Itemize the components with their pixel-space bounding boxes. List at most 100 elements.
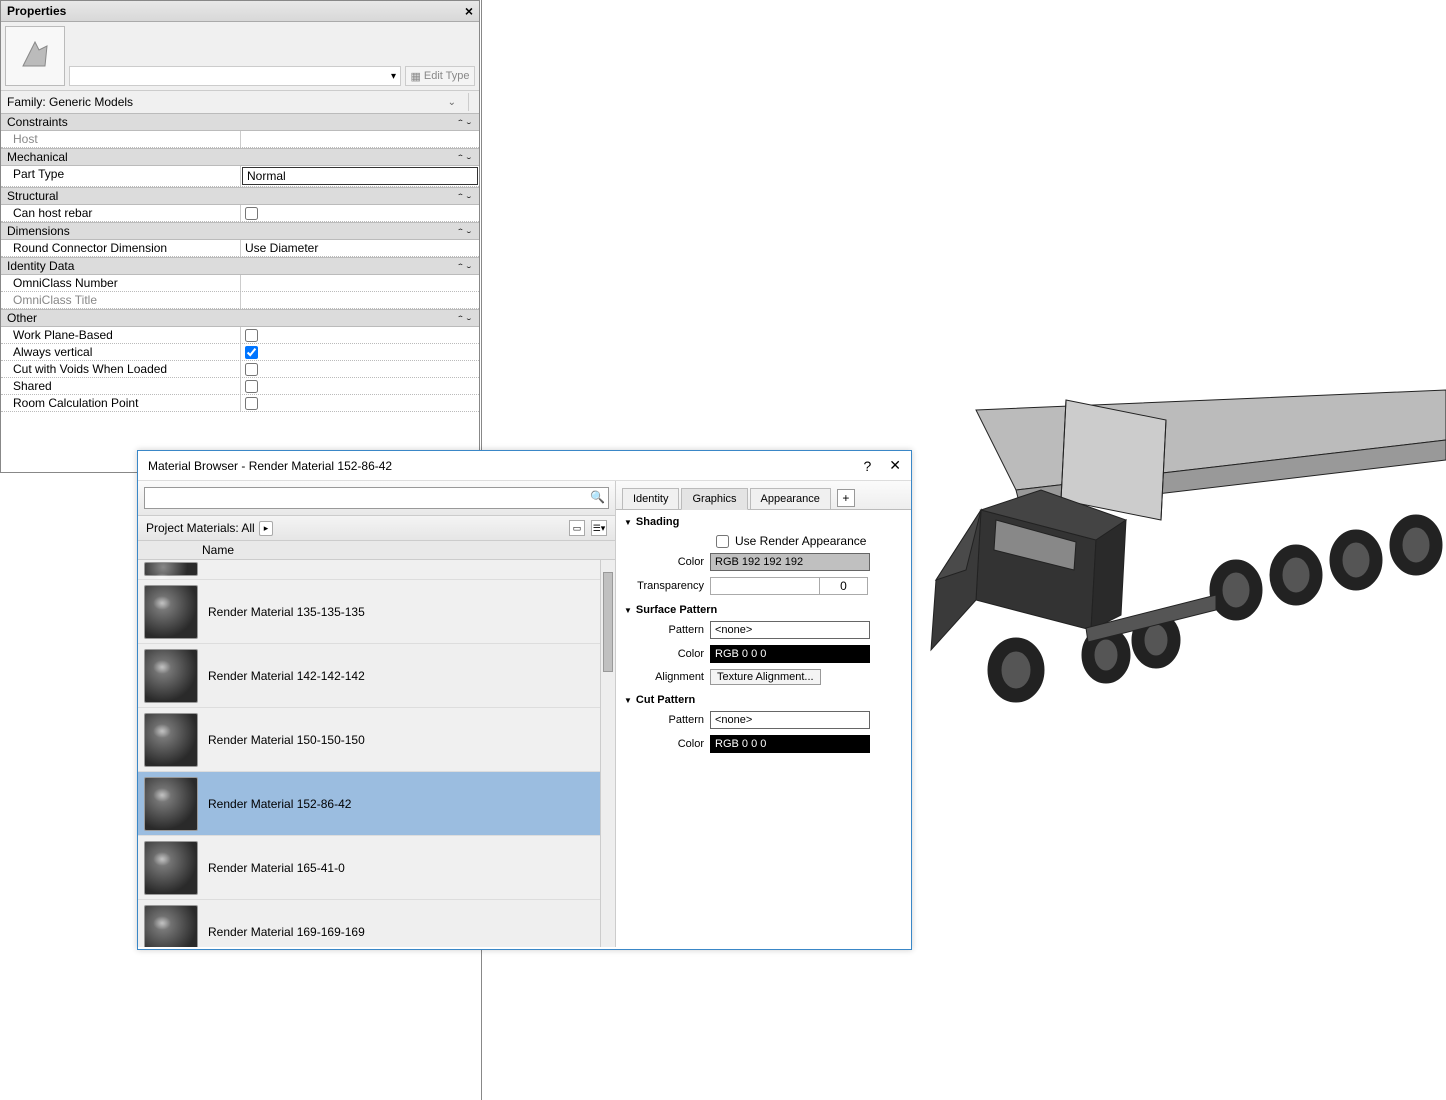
material-details-panel: Identity Graphics Appearance + ▼Shading … [616, 481, 911, 947]
scrollbar-thumb[interactable] [603, 572, 613, 672]
property-checkbox[interactable] [245, 207, 258, 220]
material-list-panel: 🔍 Project Materials: All ▸ ▭ ☰▾ Name Ren… [138, 481, 616, 947]
material-thumbnail [144, 841, 198, 895]
category-header[interactable]: Other⌃⌄ [1, 309, 479, 327]
property-checkbox[interactable] [245, 397, 258, 410]
material-item[interactable]: Render Material 165-41-0 [138, 836, 615, 900]
material-item[interactable]: Render Material 135-135-135 [138, 580, 615, 644]
material-name: Render Material 142-142-142 [204, 669, 365, 683]
edit-type-icon: ▦ [410, 70, 420, 83]
material-item[interactable]: Render Material 142-142-142 [138, 644, 615, 708]
material-list[interactable]: Render Material 135-135-135 Render Materi… [138, 560, 615, 947]
properties-panel: Properties × ▾ ▦ Edit Type Family: Gener… [0, 0, 480, 473]
collapse-icon: ▼ [624, 696, 632, 705]
material-name: Render Material 165-41-0 [204, 861, 345, 875]
surface-color-label: Color [624, 648, 704, 660]
property-row: OmniClass Number [1, 275, 479, 292]
close-button[interactable]: ✕ [889, 457, 901, 474]
material-name: Render Material 152-86-42 [204, 797, 351, 811]
category-header[interactable]: Constraints⌃⌄ [1, 113, 479, 131]
property-checkbox[interactable] [245, 363, 258, 376]
property-label: Host [1, 131, 241, 147]
material-thumbnail [144, 649, 198, 703]
view-list-button[interactable]: ☰▾ [591, 520, 607, 536]
property-value[interactable] [241, 378, 479, 394]
property-value[interactable] [241, 205, 479, 221]
add-tab-button[interactable]: + [837, 489, 855, 507]
property-checkbox[interactable] [245, 380, 258, 393]
use-render-checkbox[interactable] [716, 535, 729, 548]
dialog-titlebar[interactable]: Material Browser - Render Material 152-8… [138, 451, 911, 481]
surface-color-swatch[interactable]: RGB 0 0 0 [710, 645, 870, 663]
property-row: Round Connector DimensionUse Diameter [1, 240, 479, 257]
property-value[interactable] [241, 395, 479, 411]
search-input[interactable] [144, 487, 609, 509]
section-cut-pattern[interactable]: ▼Cut Pattern [616, 688, 911, 708]
material-thumbnail [144, 585, 198, 639]
property-label: Round Connector Dimension [1, 240, 241, 256]
cut-color-swatch[interactable]: RGB 0 0 0 [710, 735, 870, 753]
property-value[interactable]: Normal [242, 167, 478, 185]
family-selector[interactable]: Family: Generic Models ⌄ [1, 90, 479, 113]
transparency-slider[interactable] [710, 577, 820, 595]
material-browser-dialog: Material Browser - Render Material 152-8… [137, 450, 912, 950]
property-value[interactable] [241, 131, 479, 147]
collapse-icon: ⌃⌄ [456, 315, 473, 322]
material-name: Render Material 150-150-150 [204, 733, 365, 747]
property-label: Room Calculation Point [1, 395, 241, 411]
dialog-title: Material Browser - Render Material 152-8… [148, 459, 392, 473]
property-label: Part Type [1, 166, 241, 186]
property-checkbox[interactable] [245, 346, 258, 359]
cut-pattern-label: Pattern [624, 714, 704, 726]
material-item[interactable]: Render Material 152-86-42 [138, 772, 615, 836]
property-row: Always vertical [1, 344, 479, 361]
truck-model [926, 370, 1446, 720]
use-render-label: Use Render Appearance [735, 534, 866, 548]
tab-identity[interactable]: Identity [622, 488, 679, 509]
material-item[interactable]: Render Material 150-150-150 [138, 708, 615, 772]
list-header: Name [138, 541, 615, 560]
property-label: Can host rebar [1, 205, 241, 221]
edit-type-button[interactable]: ▦ Edit Type [405, 66, 475, 86]
view-grid-button[interactable]: ▭ [569, 520, 585, 536]
property-row: Part TypeNormal [1, 166, 479, 187]
chevron-down-icon: ▾ [391, 71, 396, 82]
property-value[interactable] [241, 344, 479, 360]
surface-pattern-control[interactable]: <none> [710, 621, 870, 639]
property-value[interactable] [241, 361, 479, 377]
transparency-value[interactable]: 0 [820, 577, 868, 595]
tab-appearance[interactable]: Appearance [750, 488, 831, 509]
material-thumbnail [144, 562, 198, 576]
section-shading[interactable]: ▼Shading [616, 510, 911, 530]
filter-dropdown[interactable]: ▸ [259, 521, 274, 536]
search-icon: 🔍 [590, 490, 605, 504]
collapse-icon: ⌃⌄ [456, 228, 473, 235]
category-header[interactable]: Structural⌃⌄ [1, 187, 479, 205]
column-name[interactable]: Name [196, 541, 240, 559]
texture-alignment-button[interactable]: Texture Alignment... [710, 669, 821, 685]
property-value[interactable] [241, 327, 479, 343]
collapse-icon: ▼ [624, 518, 632, 527]
shading-color-swatch[interactable]: RGB 192 192 192 [710, 553, 870, 571]
category-header[interactable]: Dimensions⌃⌄ [1, 222, 479, 240]
section-surface-pattern[interactable]: ▼Surface Pattern [616, 598, 911, 618]
close-icon[interactable]: × [465, 3, 473, 19]
property-value[interactable] [241, 292, 479, 308]
category-header[interactable]: Mechanical⌃⌄ [1, 148, 479, 166]
category-header[interactable]: Identity Data⌃⌄ [1, 257, 479, 275]
property-label: Cut with Voids When Loaded [1, 361, 241, 377]
cut-pattern-control[interactable]: <none> [710, 711, 870, 729]
help-button[interactable]: ? [863, 458, 871, 474]
material-item[interactable] [138, 560, 615, 580]
material-thumbnail [144, 713, 198, 767]
property-value[interactable]: Use Diameter [241, 240, 479, 256]
property-label: Work Plane-Based [1, 327, 241, 343]
scrollbar[interactable] [600, 560, 615, 947]
collapse-icon: ⌃⌄ [456, 193, 473, 200]
type-selector[interactable]: ▾ [69, 66, 401, 86]
material-item[interactable]: Render Material 169-169-169 [138, 900, 615, 947]
property-value[interactable] [241, 275, 479, 291]
tab-graphics[interactable]: Graphics [681, 488, 747, 510]
chevron-down-icon: ⌄ [448, 97, 464, 108]
property-checkbox[interactable] [245, 329, 258, 342]
